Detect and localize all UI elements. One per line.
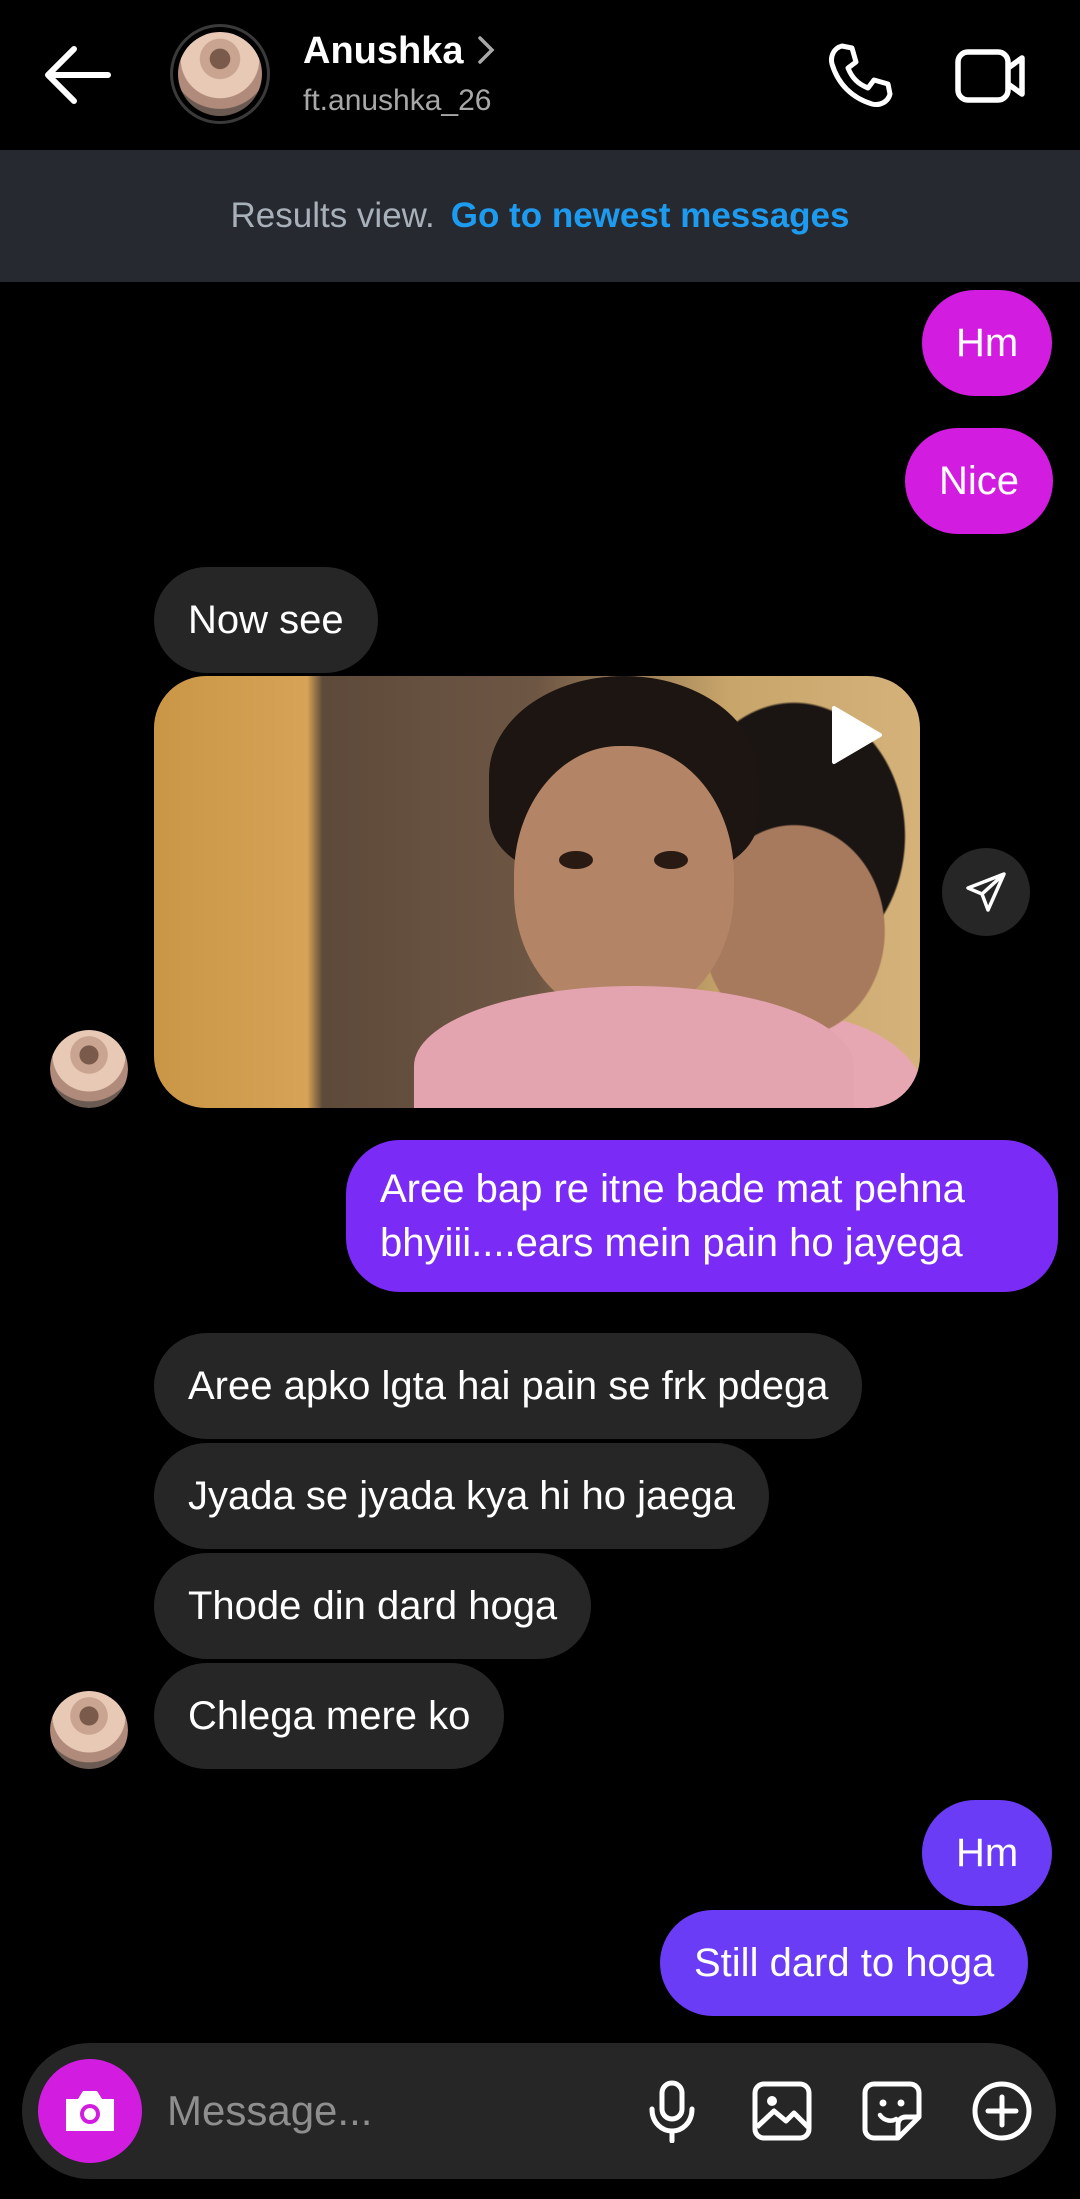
outgoing-message[interactable]: Aree bap re itne bade mat pehna bhyiii..… <box>346 1140 1058 1292</box>
incoming-message[interactable]: Now see <box>154 567 378 673</box>
outgoing-message[interactable]: Nice <box>905 428 1054 534</box>
contact-username[interactable]: ft.anushka_26 <box>303 84 491 118</box>
shared-video[interactable] <box>154 676 920 1108</box>
go-to-newest-link[interactable]: Go to newest messages <box>451 196 850 236</box>
video-thumbnail-eye <box>559 851 593 869</box>
outgoing-message[interactable]: Hm <box>922 290 1053 396</box>
sender-avatar[interactable] <box>50 1030 128 1108</box>
camera-icon[interactable] <box>38 2059 142 2163</box>
outgoing-message[interactable]: Hm <box>922 1800 1053 1906</box>
chat-header: Anushka ft.anushka_26 <box>0 0 1080 150</box>
results-view-banner: Results view. Go to newest messages <box>0 150 1080 282</box>
incoming-message[interactable]: Chlega mere ko <box>154 1663 505 1769</box>
sender-avatar[interactable] <box>50 1691 128 1769</box>
avatar-image <box>50 1691 128 1769</box>
results-view-text: Results view. <box>230 196 435 235</box>
header-avatar[interactable] <box>170 24 270 124</box>
incoming-message[interactable]: Thode din dard hoga <box>154 1553 592 1659</box>
back-arrow-icon[interactable] <box>38 42 118 108</box>
video-thumbnail-body <box>414 986 854 1108</box>
video-thumbnail-face <box>514 746 734 1016</box>
share-icon[interactable] <box>942 848 1030 936</box>
avatar-image <box>50 1030 128 1108</box>
incoming-message[interactable]: Jyada se jyada kya hi ho jaega <box>154 1443 770 1549</box>
play-icon[interactable] <box>826 702 886 768</box>
phone-icon[interactable] <box>820 36 900 116</box>
outgoing-message[interactable]: Still dard to hoga <box>660 1910 1029 2016</box>
microphone-icon[interactable] <box>632 2071 712 2151</box>
message-input[interactable] <box>167 2073 607 2149</box>
incoming-message[interactable]: Aree apko lgta hai pain se frk pdega <box>154 1333 863 1439</box>
plus-circle-icon[interactable] <box>962 2071 1042 2151</box>
contact-name[interactable]: Anushka <box>303 30 463 73</box>
video-thumbnail-eye <box>654 851 688 869</box>
avatar-image <box>178 32 262 116</box>
video-camera-icon[interactable] <box>950 36 1030 116</box>
sticker-icon[interactable] <box>852 2071 932 2151</box>
message-composer <box>22 2043 1056 2179</box>
chevron-right-icon[interactable] <box>474 34 498 66</box>
gallery-icon[interactable] <box>742 2071 822 2151</box>
